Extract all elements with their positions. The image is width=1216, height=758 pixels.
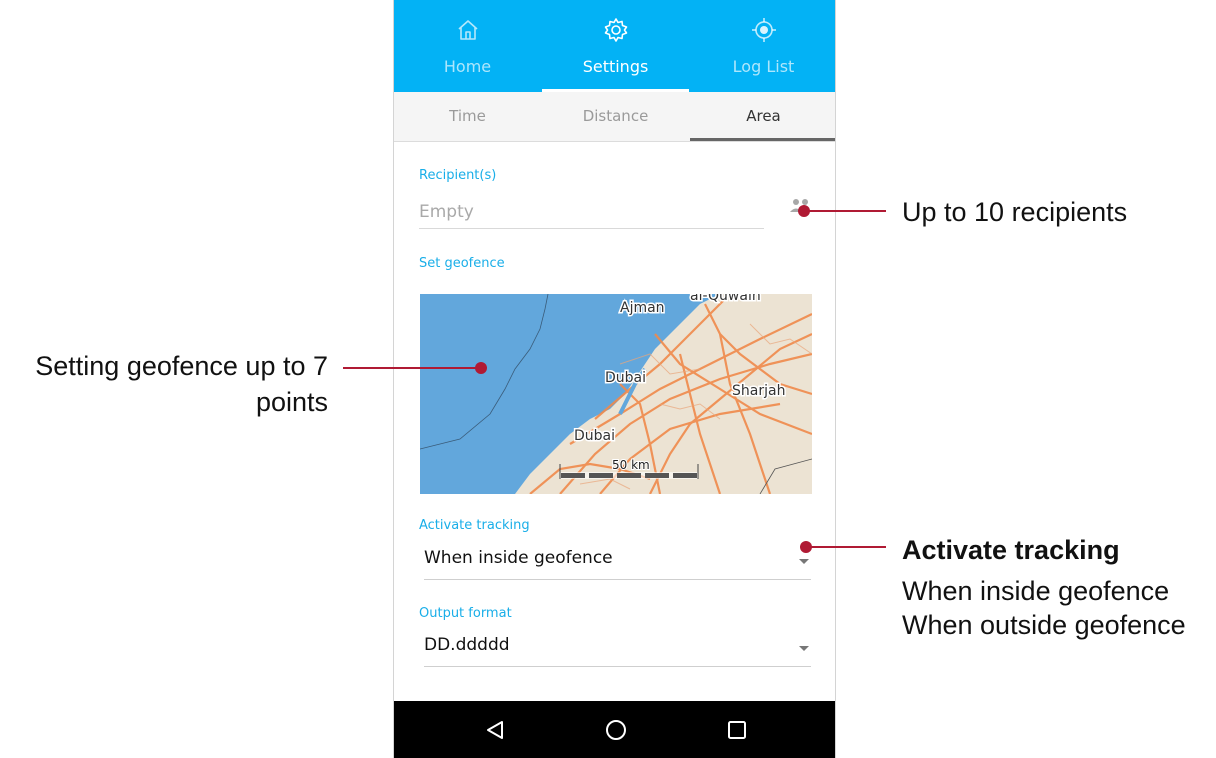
activate-tracking-value: When inside geofence (424, 548, 613, 568)
crosshair-icon (751, 18, 776, 42)
map-label-dubai-1: Dubai (605, 370, 646, 386)
activate-tracking-label: Activate tracking (419, 518, 530, 533)
activate-tracking-select[interactable]: When inside geofence (424, 545, 811, 580)
map-label-dubai-2: Dubai (574, 428, 615, 444)
map-label-ajman: Ajman (620, 300, 665, 316)
back-icon[interactable] (480, 715, 510, 745)
subtab-area[interactable]: Area (690, 92, 835, 141)
tab-home[interactable]: Home (394, 0, 541, 92)
sub-tab-bar: Time Distance Area (394, 92, 835, 142)
map-scale-label: 50 km (612, 458, 650, 472)
gear-icon (604, 18, 627, 42)
tracking-note-title: Activate tracking (902, 535, 1120, 565)
recipients-label: Recipient(s) (419, 168, 497, 183)
tab-home-label: Home (443, 57, 492, 76)
tracking-callout-line (806, 546, 886, 548)
tab-log-list-label: Log List (732, 57, 795, 76)
top-tab-bar: Home Settings Log List (394, 0, 835, 92)
geofence-note-line2: points (255, 387, 328, 417)
output-format-value: DD.ddddd (424, 635, 510, 655)
map-label-sharjah: Sharjah (732, 383, 785, 399)
output-format-label: Output format (419, 606, 512, 621)
tracking-note-option1: When inside geofence (902, 576, 1170, 606)
recipients-input[interactable]: Empty (419, 198, 764, 229)
geofence-callout-dot (475, 362, 487, 374)
recipients-callout-line (804, 210, 886, 212)
tracking-note-option2: When outside geofence (902, 610, 1186, 640)
home-circle-icon[interactable] (601, 715, 631, 745)
subtab-distance[interactable]: Distance (542, 92, 689, 141)
android-nav-bar (394, 701, 835, 758)
tab-log-list[interactable]: Log List (690, 0, 835, 92)
chevron-down-icon (799, 559, 809, 564)
geofence-label: Set geofence (419, 256, 505, 271)
tab-settings[interactable]: Settings (542, 0, 689, 92)
phone-screen: Home Settings Log List Time Distance Are… (393, 0, 836, 758)
recents-icon[interactable] (722, 715, 752, 745)
geofence-map[interactable]: Ajman al-Quwain Dubai Sharjah Dubai 50 k… (420, 294, 812, 494)
output-format-select[interactable]: DD.ddddd (424, 632, 811, 667)
map-label-umm-al-quwain: al-Quwain (690, 294, 761, 304)
geofence-note-line1: Setting geofence up to 7 (35, 351, 328, 381)
recipients-placeholder: Empty (419, 202, 474, 222)
chevron-down-icon (799, 646, 809, 651)
subtab-indicator (690, 138, 835, 141)
geofence-callout-line (343, 367, 481, 369)
home-icon (457, 20, 478, 40)
recipients-note: Up to 10 recipients (902, 197, 1128, 227)
tab-settings-label: Settings (582, 57, 649, 76)
subtab-time[interactable]: Time (394, 92, 541, 141)
